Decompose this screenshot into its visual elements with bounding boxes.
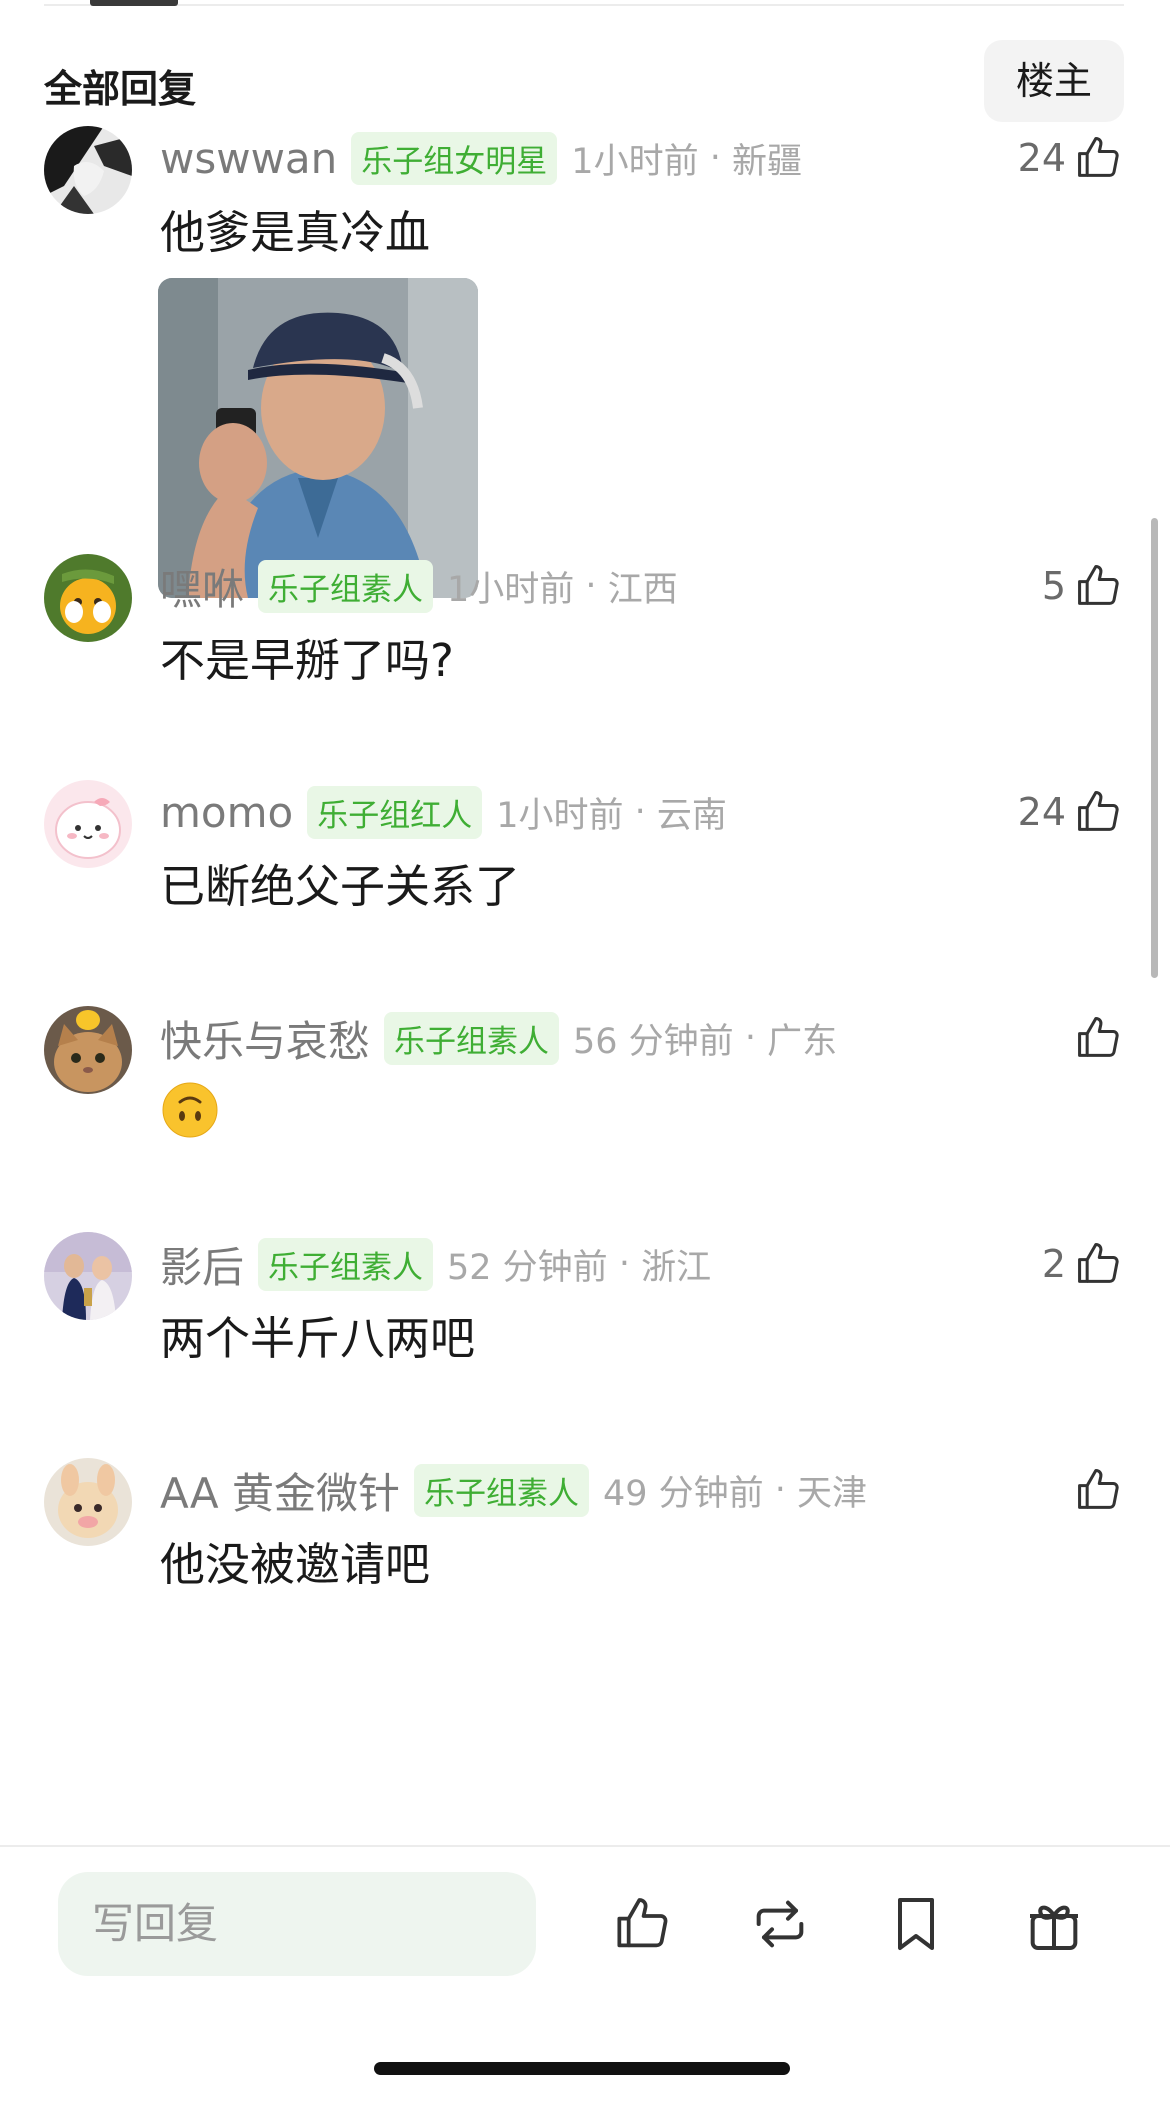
thumbs-up-icon — [1078, 1242, 1119, 1283]
scrollbar[interactable] — [1151, 518, 1158, 978]
replies-title: 全部回复 — [44, 67, 197, 111]
comment-time: 52 分钟前 — [447, 1247, 608, 1288]
comment-meta: 快乐与哀愁 乐子组素人 56 分钟前 · 广东 — [160, 1011, 838, 1066]
comment-location: 江西 — [607, 569, 678, 610]
user-badge: 乐子组素人 — [413, 1463, 589, 1517]
comment-item: 影后 乐子组素人 52 分钟前 · 浙江 2 两个半斤八两吧 — [44, 1232, 1124, 1365]
meta-separator: · — [698, 138, 732, 178]
gift-icon[interactable] — [1022, 1892, 1086, 1956]
comment-meta: wswwan 乐子组女明星 1小时前 · 新疆 — [160, 131, 802, 185]
comment-image[interactable] — [158, 278, 478, 598]
avatar[interactable] — [44, 554, 132, 642]
thumbs-up-icon — [1078, 790, 1119, 831]
meta-separator: · — [763, 1470, 798, 1510]
home-indicator[interactable] — [374, 2062, 790, 2075]
avatar[interactable] — [44, 1006, 132, 1094]
upside-down-face-emoji — [162, 1082, 218, 1138]
meta-separator: · — [733, 1018, 768, 1058]
bookmark-icon[interactable] — [884, 1892, 948, 1956]
like-count: 24 — [1017, 136, 1066, 180]
comment-meta: 嘿咻 乐子组素人 1小时前 · 江西 — [160, 559, 678, 614]
like-button[interactable] — [1066, 1462, 1124, 1518]
username[interactable]: 快乐与哀愁 — [160, 1008, 370, 1069]
user-badge: 乐子组素人 — [384, 1011, 560, 1065]
comment-meta: 影后 乐子组素人 52 分钟前 · 浙江 — [160, 1237, 712, 1292]
username[interactable]: wswwan — [160, 134, 337, 183]
meta-separator: · — [574, 566, 608, 606]
avatar[interactable] — [44, 780, 132, 868]
thumbs-up-icon — [1078, 1468, 1119, 1509]
comment-text: 他爹是真冷血 — [160, 206, 431, 259]
comment-time: 1小时前 — [496, 795, 624, 836]
meta-separator: · — [607, 1244, 642, 1284]
comment-text: 两个半斤八两吧 — [160, 1312, 476, 1365]
like-button[interactable]: 5 — [1042, 558, 1124, 614]
replies-header: 全部回复 楼主 — [44, 40, 1124, 122]
thumbs-up-icon — [1078, 136, 1119, 177]
avatar[interactable] — [44, 1458, 132, 1546]
comment-location: 天津 — [797, 1473, 868, 1514]
comment-item: momo 乐子组红人 1小时前 · 云南 24 已断绝父子关系了 — [44, 780, 1124, 913]
like-button[interactable]: 24 — [1018, 130, 1124, 186]
like-count: 2 — [1041, 1242, 1066, 1286]
thumbs-up-icon — [1078, 564, 1119, 605]
comment-text: 已断绝父子关系了 — [160, 860, 521, 913]
meta-separator: · — [623, 792, 657, 832]
like-button[interactable] — [1066, 1010, 1124, 1066]
comment-time: 49 分钟前 — [602, 1473, 764, 1514]
comment-text: 不是早掰了吗? — [160, 634, 454, 687]
avatar[interactable] — [44, 1232, 132, 1320]
tab-indicator — [90, 0, 178, 6]
username[interactable]: momo — [160, 788, 293, 837]
comment-item: AA 黄金微针 乐子组素人 49 分钟前 · 天津 他没被邀请吧 — [44, 1458, 1124, 1591]
like-button[interactable]: 2 — [1042, 1236, 1124, 1292]
username[interactable]: AA 黄金微针 — [160, 1460, 400, 1521]
user-badge: 乐子组女明星 — [351, 131, 558, 185]
comment-location: 浙江 — [641, 1247, 712, 1288]
op-only-filter-button[interactable]: 楼主 — [984, 40, 1124, 122]
comment-meta: AA 黄金微针 乐子组素人 49 分钟前 · 天津 — [160, 1463, 868, 1518]
reply-input[interactable]: 写回复 — [58, 1872, 536, 1976]
comment-location: 广东 — [767, 1021, 838, 1062]
username[interactable]: 嘿咻 — [160, 556, 244, 617]
comment-meta: momo 乐子组红人 1小时前 · 云南 — [160, 785, 727, 839]
comment-item: 快乐与哀愁 乐子组素人 56 分钟前 · 广东 — [44, 1006, 1124, 1138]
avatar[interactable] — [44, 126, 132, 214]
comment-time: 1小时前 — [447, 569, 575, 610]
comment-item: 嘿咻 乐子组素人 1小时前 · 江西 5 不是早掰了吗? — [44, 554, 1124, 687]
user-badge: 乐子组素人 — [258, 1237, 434, 1291]
comment-text: 他没被邀请吧 — [160, 1538, 431, 1591]
comment-time: 56 分钟前 — [573, 1021, 734, 1062]
comment-location: 云南 — [656, 795, 727, 836]
repost-icon[interactable] — [748, 1892, 812, 1956]
comment-time: 1小时前 — [571, 141, 699, 182]
thumbs-up-icon[interactable] — [610, 1892, 674, 1956]
username[interactable]: 影后 — [160, 1234, 244, 1295]
user-badge: 乐子组素人 — [258, 559, 434, 613]
user-badge: 乐子组红人 — [307, 785, 483, 839]
like-count: 24 — [1017, 790, 1066, 834]
like-count: 5 — [1041, 564, 1066, 608]
comment-location: 新疆 — [731, 141, 802, 182]
top-divider — [44, 4, 1124, 6]
bottom-divider — [0, 1845, 1170, 1847]
thumbs-up-icon — [1078, 1016, 1119, 1057]
like-button[interactable]: 24 — [1018, 784, 1124, 840]
